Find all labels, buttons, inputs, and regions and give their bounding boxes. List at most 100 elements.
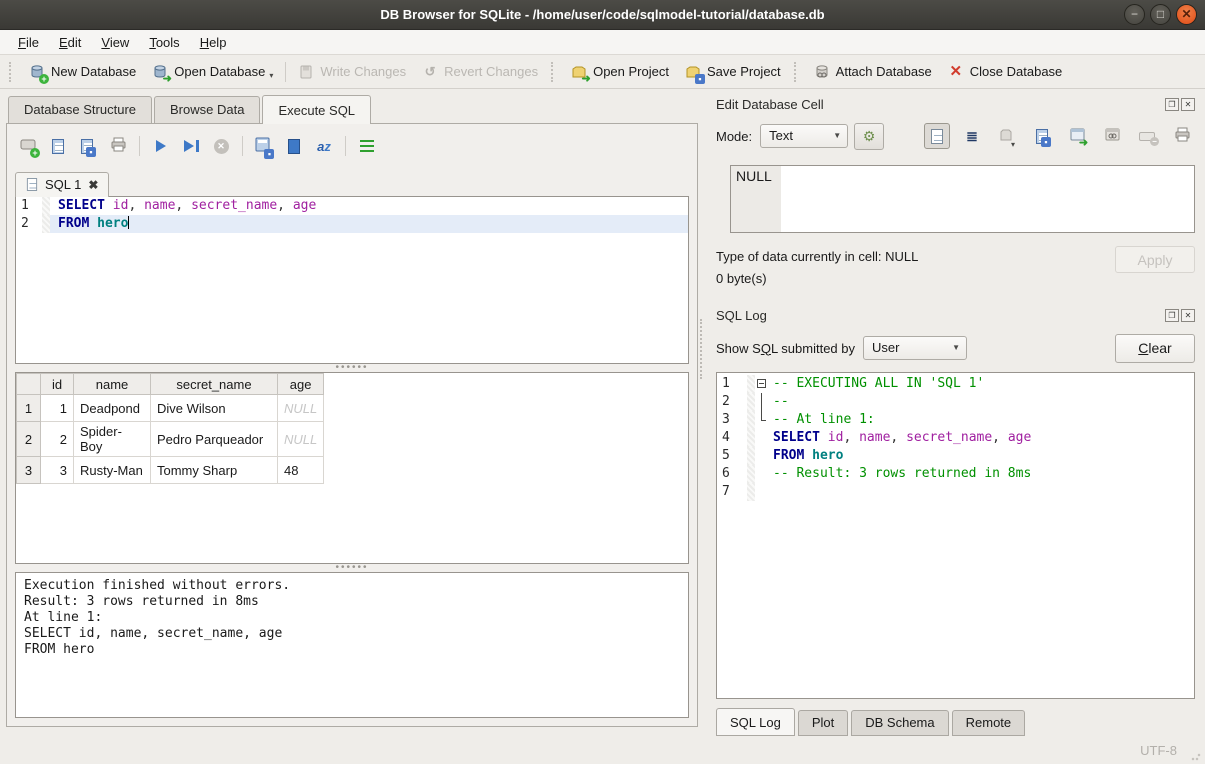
write-changes-icon	[298, 64, 314, 80]
menu-edit[interactable]: Edit	[49, 32, 91, 53]
resize-grip[interactable]	[1191, 751, 1201, 761]
cell-id[interactable]: 2	[41, 422, 74, 457]
open-external-button[interactable]: ➜	[1064, 123, 1090, 149]
vertical-splitter[interactable]	[700, 319, 706, 379]
open-database-dropdown-icon[interactable]: ▾	[269, 71, 273, 80]
log-line: 7	[717, 483, 1194, 501]
column-header-id[interactable]: id	[41, 374, 74, 395]
float-dock-icon[interactable]: ❐	[1165, 98, 1179, 111]
cell-age[interactable]: NULL	[278, 395, 324, 422]
dock-tab-sql-log[interactable]: SQL Log	[716, 708, 795, 736]
menubar: File Edit View Tools Help	[0, 30, 1205, 55]
word-wrap-button[interactable]: ≣	[959, 123, 985, 149]
open-sql-file-button[interactable]	[45, 133, 71, 159]
apply-button[interactable]: Apply	[1115, 246, 1195, 273]
close-dock-icon[interactable]: ✕	[1181, 309, 1195, 322]
syntax-highlight-button[interactable]: az	[311, 133, 337, 159]
editor-line-1: 1SELECT id, name, secret_name, age	[16, 197, 688, 215]
revert-changes-icon: ↺	[422, 64, 438, 80]
submitted-by-select[interactable]: User▼	[863, 336, 967, 360]
print-cell-button[interactable]	[1169, 123, 1195, 149]
sql-editor[interactable]: 1SELECT id, name, secret_name, age 2FROM…	[15, 196, 689, 364]
cell-id[interactable]: 3	[41, 457, 74, 484]
column-header-age[interactable]: age	[278, 374, 324, 395]
results-message-splitter[interactable]: ••••••	[15, 564, 689, 572]
open-sql-tab-button[interactable]: +	[15, 133, 41, 159]
log-line: 2--	[717, 393, 1194, 411]
dock-tab-plot[interactable]: Plot	[798, 710, 848, 736]
cell-name[interactable]: Rusty-Man	[74, 457, 151, 484]
stop-execution-button[interactable]: ✕	[208, 133, 234, 159]
text-mode-button[interactable]	[924, 123, 950, 149]
cell-name[interactable]: Deadpond	[74, 395, 151, 422]
tab-execute-sql[interactable]: Execute SQL	[262, 95, 371, 124]
menu-view[interactable]: View	[91, 32, 139, 53]
cell-secret-name[interactable]: Dive Wilson	[151, 395, 278, 422]
sql-log-title: SQL Log	[716, 308, 1163, 323]
dock-tab-remote[interactable]: Remote	[952, 710, 1026, 736]
clear-log-button[interactable]: Clear	[1115, 334, 1195, 363]
tab-browse-data[interactable]: Browse Data	[154, 96, 260, 123]
log-line: 3-- At line 1:	[717, 411, 1194, 429]
main-toolbar: + New Database ➜ Open Database ▾ Write C…	[0, 55, 1205, 89]
log-line: 1-- EXECUTING ALL IN 'SQL 1'	[717, 375, 1194, 393]
text-cursor	[128, 216, 129, 229]
open-database-button[interactable]: ➜ Open Database ▾	[144, 60, 281, 84]
import-data-button[interactable]: ▾	[994, 123, 1020, 149]
new-database-button[interactable]: + New Database	[21, 60, 144, 84]
cell-age[interactable]: NULL	[278, 422, 324, 457]
format-sql-button[interactable]	[354, 133, 380, 159]
cell-secret-name[interactable]: Tommy Sharp	[151, 457, 278, 484]
minimize-button[interactable]: −	[1124, 4, 1145, 25]
export-data-button[interactable]: ▪	[1029, 123, 1055, 149]
column-header-secret-name[interactable]: secret_name	[151, 374, 278, 395]
execution-message[interactable]: Execution finished without errors. Resul…	[15, 572, 689, 718]
database-close-icon: ✕	[948, 64, 964, 80]
syntax-highlight-icon: az	[317, 140, 331, 153]
execute-current-line-button[interactable]	[178, 133, 204, 159]
dock-tab-db-schema[interactable]: DB Schema	[851, 710, 948, 736]
maximize-button[interactable]: □	[1150, 4, 1171, 25]
fold-marker-icon[interactable]	[755, 375, 769, 393]
copy-url-button[interactable]	[1099, 123, 1125, 149]
print-sql-button[interactable]	[105, 133, 131, 159]
column-header-name[interactable]: name	[74, 374, 151, 395]
close-dock-icon[interactable]: ✕	[1181, 98, 1195, 111]
encoding-indicator[interactable]: UTF-8	[1140, 743, 1177, 758]
open-project-button[interactable]: ➜ Open Project	[563, 60, 677, 84]
menu-tools[interactable]: Tools	[139, 32, 189, 53]
mode-select[interactable]: Text▼	[760, 124, 848, 148]
execute-all-button[interactable]	[148, 133, 174, 159]
save-sql-file-button[interactable]: ▪ ▾	[75, 133, 101, 159]
sql-log-view[interactable]: 1-- EXECUTING ALL IN 'SQL 1' 2-- 3-- At …	[716, 372, 1195, 699]
write-changes-button[interactable]: Write Changes	[290, 60, 414, 84]
attach-database-button[interactable]: Attach Database	[806, 60, 940, 84]
cell-age[interactable]: 48	[278, 457, 324, 484]
print-icon	[110, 137, 127, 155]
set-null-button[interactable]	[1134, 123, 1160, 149]
close-database-button[interactable]: ✕ Close Database	[940, 60, 1071, 84]
editor-results-splitter[interactable]: ••••••	[15, 364, 689, 372]
auto-switch-mode-button[interactable]: ⚙	[854, 123, 884, 150]
row-header[interactable]: 2	[17, 422, 41, 457]
sql-document-tab[interactable]: SQL 1 ✖	[15, 172, 109, 197]
row-header[interactable]: 3	[17, 457, 41, 484]
cell-name[interactable]: Spider-Boy	[74, 422, 151, 457]
revert-changes-button[interactable]: ↺ Revert Changes	[414, 60, 546, 84]
float-dock-icon[interactable]: ❐	[1165, 309, 1179, 322]
cell-secret-name[interactable]: Pedro Parqueador	[151, 422, 278, 457]
titlebar: DB Browser for SQLite - /home/user/code/…	[0, 0, 1205, 30]
export-results-button[interactable]: ▪ ▾	[251, 133, 277, 159]
cell-value-editor[interactable]: NULL	[730, 165, 1195, 233]
row-header[interactable]: 1	[17, 395, 41, 422]
close-button[interactable]: ✕	[1176, 4, 1197, 25]
menu-help[interactable]: Help	[190, 32, 237, 53]
cell-id[interactable]: 1	[41, 395, 74, 422]
menu-file[interactable]: File	[8, 32, 49, 53]
tab-database-structure[interactable]: Database Structure	[8, 96, 152, 123]
save-project-button[interactable]: ▪ Save Project	[677, 60, 789, 84]
find-button[interactable]	[281, 133, 307, 159]
mode-label: Mode:	[716, 129, 752, 144]
cell-info-row: Type of data currently in cell: NULL 0 b…	[716, 246, 1195, 290]
close-sql-tab-icon[interactable]: ✖	[88, 178, 98, 192]
